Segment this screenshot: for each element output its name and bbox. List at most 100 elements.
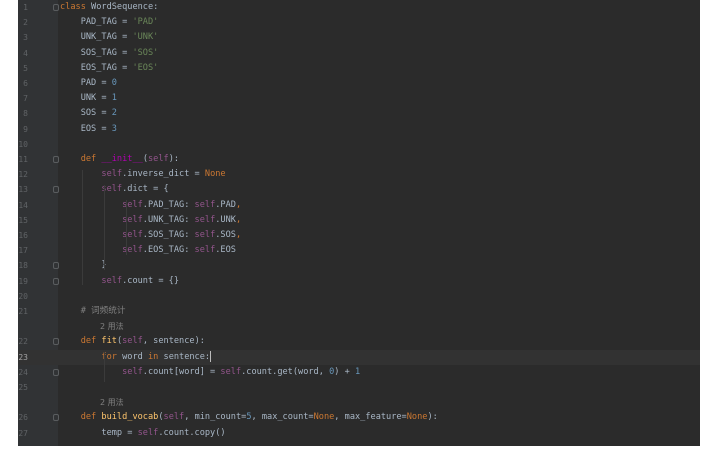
- code-text: def fit(self, sentence):: [60, 334, 205, 349]
- code-line[interactable]: 2 PAD_TAG = 'PAD': [18, 15, 700, 30]
- code-line[interactable]: 22 def fit(self, sentence):: [18, 334, 700, 349]
- code-line[interactable]: 20: [18, 289, 700, 304]
- fold-toggle-icon[interactable]: [53, 414, 59, 422]
- code-token: ):: [427, 412, 438, 423]
- code-token: .UNK_TAG:: [142, 214, 195, 225]
- code-token: sentence:: [163, 351, 211, 362]
- code-line[interactable]: 11 def __init__(self):: [18, 152, 700, 167]
- fold-toggle-icon[interactable]: [53, 277, 59, 285]
- code-token: self: [220, 366, 242, 377]
- line-number: 26: [18, 413, 28, 423]
- code-line[interactable]: 10: [18, 137, 700, 152]
- code-text: }: [60, 258, 106, 273]
- code-line[interactable]: 12 self.inverse_dict = None: [18, 167, 700, 182]
- usage-hint[interactable]: 2 用法: [18, 319, 700, 334]
- code-text: SOS_TAG = 'SOS': [60, 46, 159, 61]
- usage-hint-label[interactable]: 2 用法: [100, 319, 124, 334]
- code-token: fit: [101, 336, 117, 347]
- code-line[interactable]: 16 self.SOS_TAG: self.SOS,: [18, 228, 700, 243]
- code-text: # 词频统计: [60, 304, 126, 319]
- line-number: 22: [18, 337, 28, 347]
- code-token: .SOS: [215, 230, 236, 240]
- indent-guide: [104, 185, 105, 270]
- code-token: UNK =: [60, 93, 112, 104]
- code-text: self.EOS_TAG: self.EOS: [60, 243, 236, 258]
- code-line[interactable]: 26 def build_vocab(self, min_count=5, ma…: [18, 410, 700, 425]
- code-token: def: [80, 154, 102, 164]
- code-line[interactable]: 9 EOS = 3: [18, 122, 700, 137]
- code-text: def build_vocab(self, min_count=5, max_c…: [60, 410, 438, 425]
- code-token: 1: [354, 366, 361, 377]
- line-number: 5: [23, 63, 28, 73]
- code-token: PAD =: [60, 78, 112, 88]
- code-token: in: [147, 351, 164, 362]
- code-line[interactable]: 15 self.UNK_TAG: self.UNK,: [18, 213, 700, 228]
- fold-toggle-icon[interactable]: [53, 156, 59, 163]
- code-token: word: [122, 351, 148, 362]
- code-line[interactable]: 24 self.count[word] = self.count.get(wor…: [18, 365, 700, 380]
- code-token: WordSequence:: [91, 2, 159, 12]
- code-token: 'SOS': [132, 47, 159, 58]
- line-number: 27: [18, 428, 28, 438]
- code-text: def __init__(self):: [60, 152, 179, 167]
- code-line[interactable]: 8 SOS = 2: [18, 106, 700, 121]
- fold-toggle-icon[interactable]: [53, 368, 59, 376]
- code-line[interactable]: 6 PAD = 0: [18, 76, 700, 91]
- fold-toggle-icon[interactable]: [53, 338, 59, 346]
- code-line[interactable]: 7 UNK = 1: [18, 91, 700, 106]
- code-line[interactable]: 5 EOS_TAG = 'EOS': [18, 61, 700, 76]
- code-token: EOS_TAG =: [60, 62, 133, 73]
- line-number: 8: [23, 109, 28, 119]
- code-line[interactable]: 21 # 词频统计: [18, 304, 700, 319]
- code-token: .inverse_dict =: [122, 169, 205, 180]
- code-text: self.PAD_TAG: self.PAD,: [60, 198, 241, 213]
- code-token: self: [122, 366, 143, 377]
- fold-toggle-icon[interactable]: [53, 186, 59, 194]
- code-token: , sentence):: [142, 336, 205, 347]
- code-line[interactable]: 17 self.EOS_TAG: self.EOS: [18, 243, 700, 258]
- code-token: None: [204, 169, 226, 180]
- code-line[interactable]: 3 UNK_TAG = 'UNK': [18, 30, 700, 45]
- code-line[interactable]: 23 for word in sentence:: [18, 349, 700, 365]
- code-line[interactable]: 1 class WordSequence:: [18, 0, 700, 15]
- code-line[interactable]: 18 }: [18, 258, 700, 273]
- fold-toggle-icon[interactable]: [53, 4, 59, 11]
- usage-hint-label[interactable]: 2 用法: [100, 395, 124, 410]
- usage-hint[interactable]: 2 用法: [18, 395, 700, 410]
- line-number: 18: [18, 261, 28, 271]
- code-token: , min_count=: [184, 412, 247, 423]
- code-text: PAD = 0: [60, 76, 117, 91]
- code-token: self: [101, 275, 123, 286]
- code-token: ,: [235, 214, 242, 225]
- line-number: 7: [23, 94, 28, 104]
- line-number: 23: [18, 352, 28, 362]
- code-line[interactable]: 25: [18, 380, 700, 395]
- line-number: 9: [23, 124, 28, 134]
- line-number: 15: [18, 215, 28, 225]
- code-token: __init__: [101, 154, 143, 164]
- code-token: self: [137, 427, 159, 438]
- code-line[interactable]: 4 SOS_TAG = 'SOS': [18, 46, 700, 61]
- code-token: None: [406, 412, 428, 423]
- code-token: .EOS_TAG:: [142, 245, 195, 256]
- code-token: , max_feature=: [334, 412, 407, 423]
- fold-toggle-icon[interactable]: [53, 262, 59, 270]
- code-token: temp =: [60, 427, 138, 438]
- code-text: self.UNK_TAG: self.UNK,: [60, 213, 241, 228]
- code-line[interactable]: 19 self.count = {}: [18, 274, 700, 289]
- line-number: 4: [23, 48, 28, 58]
- code-line[interactable]: 27 temp = self.count.copy(): [18, 426, 700, 441]
- code-editor[interactable]: 1 class WordSequence: 2 PAD_TAG = 'PAD' 3 U…: [18, 0, 700, 446]
- code-text: UNK_TAG = 'UNK': [60, 30, 159, 45]
- code-line[interactable]: 13 self.dict = {: [18, 182, 700, 197]
- code-token: None: [313, 412, 335, 423]
- code-token: SOS_TAG =: [60, 47, 133, 58]
- code-line[interactable]: 14 self.PAD_TAG: self.PAD,: [18, 198, 700, 213]
- code-text: self.inverse_dict = None: [60, 167, 226, 182]
